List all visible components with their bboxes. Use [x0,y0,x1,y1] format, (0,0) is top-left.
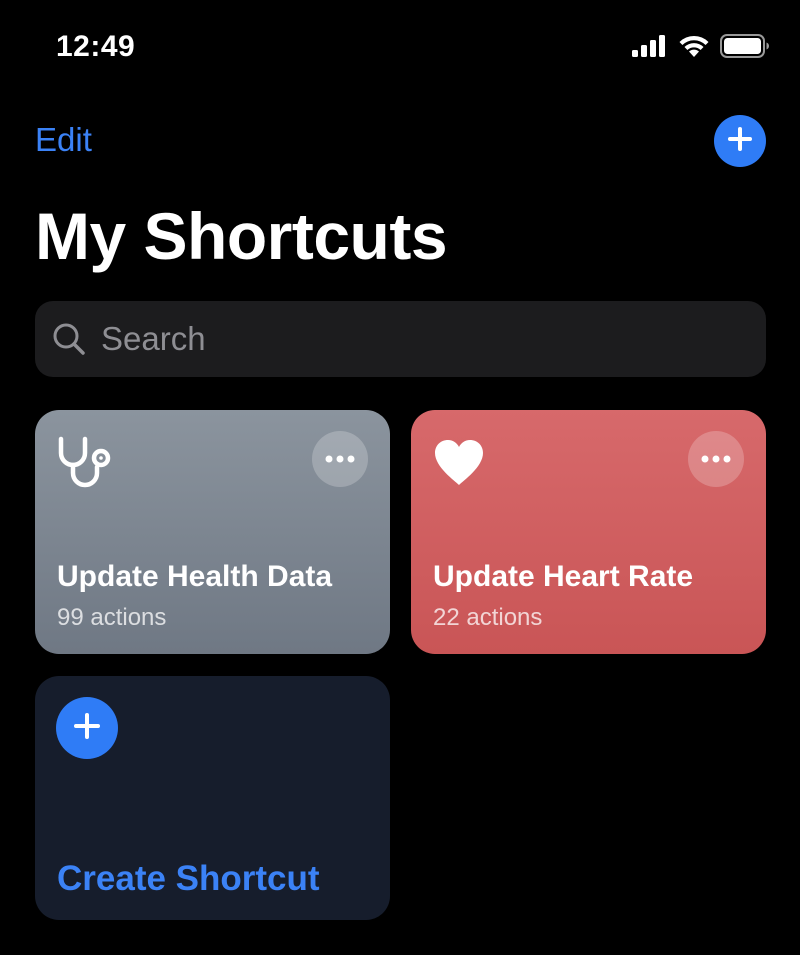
create-shortcut-label: Create Shortcut [57,859,320,898]
cellular-signal-icon [632,35,668,62]
shortcut-title: Update Health Data [57,560,333,593]
plus-icon [72,711,102,746]
ellipsis-icon [701,450,731,468]
shortcut-card-update-heart-rate[interactable]: Update Heart Rate 22 actions [411,410,766,654]
search-input[interactable] [99,319,703,359]
stethoscope-icon [55,434,119,490]
shortcut-title: Update Heart Rate [433,560,694,593]
heart-icon [431,434,495,490]
shortcut-action-count: 22 actions [433,604,543,631]
more-options-button[interactable] [688,431,744,487]
search-icon [51,321,87,357]
status-bar: 12:49 [0,0,800,96]
ellipsis-icon [325,450,355,468]
search-bar[interactable] [35,301,766,377]
battery-icon [720,34,770,63]
create-shortcut-card[interactable]: Create Shortcut [35,676,390,920]
page-title: My Shortcuts [35,199,448,273]
status-time: 12:49 [56,30,136,63]
more-options-button[interactable] [312,431,368,487]
status-icons [632,34,770,63]
plus-icon [726,125,754,158]
edit-button[interactable]: Edit [35,121,92,159]
add-shortcut-button[interactable] [714,115,766,167]
create-plus-button[interactable] [56,697,118,759]
wifi-icon [678,34,710,63]
shortcut-card-update-health-data[interactable]: Update Health Data 99 actions [35,410,390,654]
shortcut-action-count: 99 actions [57,604,167,631]
